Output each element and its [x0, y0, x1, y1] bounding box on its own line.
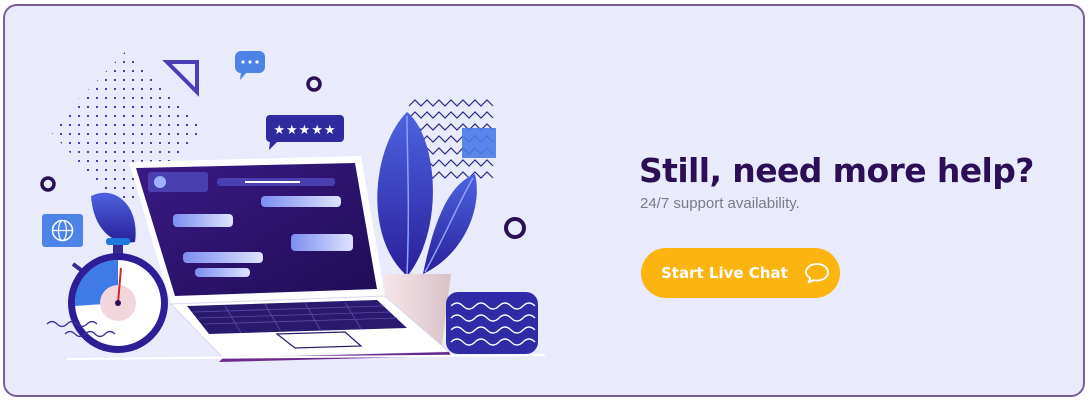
chat-bubble-icon — [804, 262, 830, 284]
support-availability-text: 24/7 support availability. — [640, 195, 800, 212]
globe-icon — [42, 214, 83, 247]
start-live-chat-label: Start Live Chat — [661, 264, 788, 282]
headline: Still, need more help? — [639, 151, 1034, 190]
support-illustration: ★★★★★ — [40, 51, 546, 362]
chat-bubble — [195, 268, 250, 277]
start-live-chat-button[interactable]: Start Live Chat — [641, 248, 840, 298]
rating-stars: ★★★★★ — [273, 123, 336, 138]
chat-bubble — [173, 214, 233, 227]
ring-decoration — [504, 217, 526, 239]
chat-bubble — [183, 252, 263, 263]
help-banner: ★★★★★ Still, need more help? 24/7 suppor… — [3, 4, 1085, 397]
triangle-decoration — [162, 60, 199, 97]
rating-badge: ★★★★★ — [266, 115, 344, 150]
chat-bubble — [261, 196, 341, 207]
wave-pattern-block — [446, 292, 538, 354]
ring-decoration — [40, 176, 56, 192]
chat-dots-icon — [235, 51, 265, 80]
chat-bubble — [291, 234, 353, 251]
square-decoration — [462, 128, 496, 158]
ring-decoration — [306, 76, 322, 92]
